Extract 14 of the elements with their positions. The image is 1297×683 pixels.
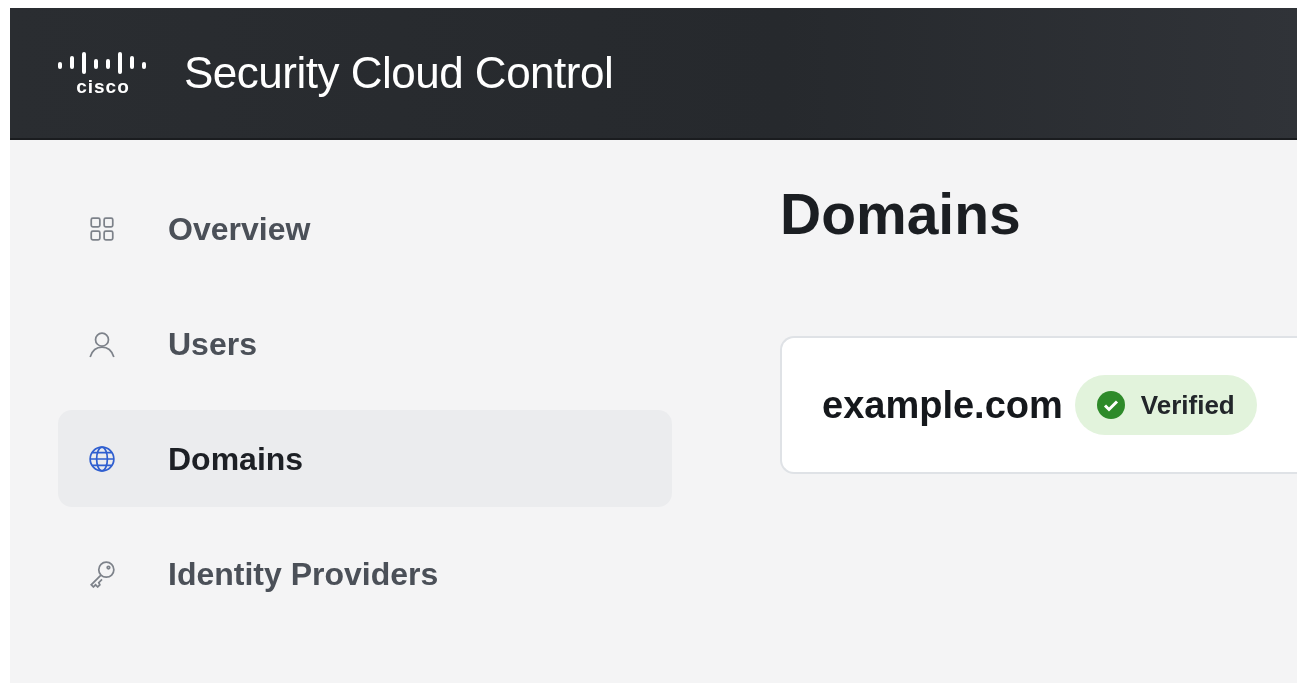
page-heading: Domains — [780, 181, 1022, 248]
status-badge: Verified — [1074, 375, 1257, 436]
sidebar-item[interactable]: Overview — [58, 180, 672, 277]
key-icon — [88, 559, 116, 588]
sidebar-item[interactable]: Identity Providers — [58, 525, 672, 622]
user-icon — [88, 329, 116, 358]
domain-name: example.com — [822, 382, 1063, 428]
sidebar-item[interactable]: Users — [58, 295, 672, 392]
sidebar-item[interactable]: Domains — [58, 410, 672, 507]
logo-text: cisco — [76, 76, 130, 96]
check-icon — [1096, 391, 1125, 420]
grid-icon — [88, 214, 116, 243]
globe-icon — [88, 444, 116, 473]
app-title: Security Cloud Control — [184, 47, 614, 99]
